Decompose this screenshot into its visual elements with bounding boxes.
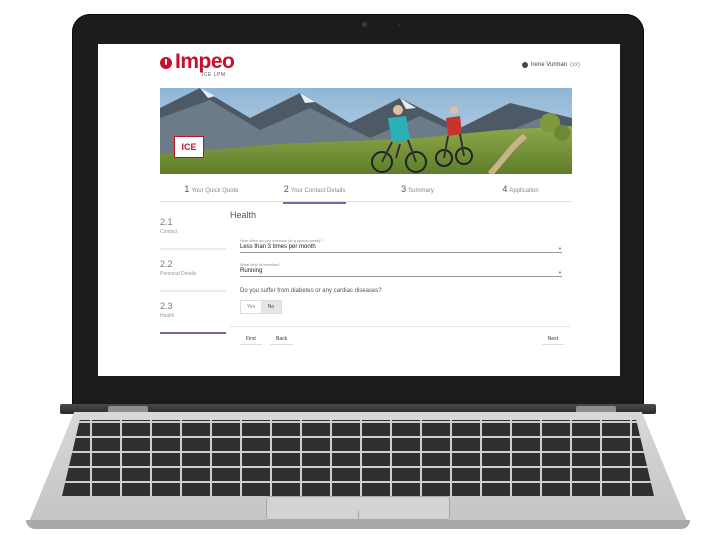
user-extra: (xx)	[570, 62, 580, 68]
user-name: Irene Vurman	[530, 62, 567, 68]
logo-subtitle: ICE LPM	[202, 72, 226, 78]
user-icon	[521, 62, 528, 68]
section-sidebar: 2.1 Contact 2.2 Personal Details 2.3 Hea…	[160, 212, 226, 338]
dropdown-arrow-icon: ▼	[558, 246, 562, 251]
diabetes-toggle: Yes No	[240, 300, 282, 314]
exercise-kind-select[interactable]: What kind of exercise? Running ▼	[240, 262, 562, 277]
form-title: Health	[230, 210, 257, 220]
user-menu[interactable]: Irene Vurman (xx)	[521, 62, 580, 68]
sidebar-item-contact[interactable]: 2.1 Contact	[160, 212, 226, 250]
step-application[interactable]: 4 Application	[469, 184, 572, 200]
first-button[interactable]: First	[240, 334, 262, 345]
sensor-icon	[398, 23, 401, 26]
progress-steps: 1 Your Quick Quote 2 Your Contact Details …	[160, 184, 572, 204]
header: Impeo ICE LPM Irene Vurman (xx)	[160, 50, 580, 84]
laptop-base-edge	[26, 520, 690, 529]
diabetes-question: Do you suffer from diabetes or any cardi…	[240, 288, 382, 294]
step-contact-details[interactable]: 2 Your Contact Details	[263, 184, 366, 204]
sidebar-item-health[interactable]: 2.3 Health	[160, 296, 226, 334]
logo[interactable]: Impeo	[175, 50, 235, 74]
yes-button[interactable]: Yes	[241, 301, 261, 313]
touchpad	[266, 496, 450, 520]
back-button[interactable]: Back	[270, 334, 294, 345]
form-divider	[230, 326, 570, 327]
no-button[interactable]: No	[261, 301, 281, 313]
keyboard	[62, 420, 654, 496]
laptop-screen: Impeo ICE LPM Irene Vurman (xx) ICE 1 Yo…	[98, 44, 620, 376]
dropdown-arrow-icon: ▼	[558, 270, 562, 275]
exercise-frequency-select[interactable]: How often do you exercise (in a typical …	[240, 238, 562, 253]
power-logo-icon	[160, 57, 172, 69]
step-summary[interactable]: 3 Summary	[366, 184, 469, 200]
ice-badge: ICE	[174, 136, 204, 158]
step-quick-quote[interactable]: 1 Your Quick Quote	[160, 184, 263, 200]
steps-divider	[160, 201, 572, 202]
sidebar-item-personal-details[interactable]: 2.2 Personal Details	[160, 254, 226, 292]
next-button[interactable]: Next	[541, 334, 564, 345]
hero-image	[160, 88, 572, 174]
health-form: Health How often do you exercise (in a t…	[230, 210, 570, 345]
form-navigation: First Back Next	[230, 334, 570, 346]
hero-banner: ICE	[160, 88, 572, 174]
webcam-icon	[362, 22, 367, 27]
